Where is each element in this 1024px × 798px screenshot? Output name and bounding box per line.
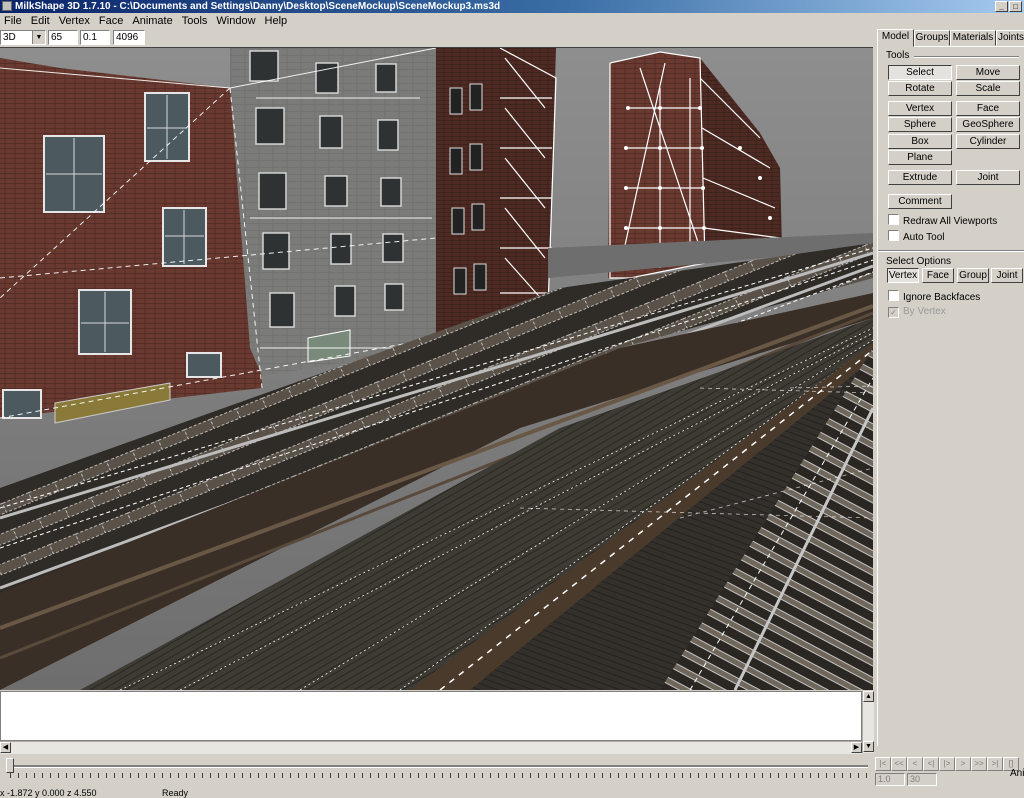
menu-file[interactable]: File <box>0 13 27 29</box>
move-tool-button[interactable]: Move <box>956 65 1020 80</box>
fov-field[interactable]: 65 <box>48 30 78 45</box>
auto-tool-checkbox[interactable]: Auto Tool <box>888 230 945 244</box>
redraw-all-viewports-label: Redraw All Viewports <box>903 216 998 227</box>
ignore-backfaces-checkbox[interactable]: Ignore Backfaces <box>888 290 980 304</box>
last-frame-icon[interactable]: >| <box>987 757 1003 771</box>
checkbox-box[interactable] <box>888 230 899 241</box>
auto-tool-label: Auto Tool <box>903 232 945 243</box>
chevron-down-icon[interactable]: ▼ <box>32 31 45 44</box>
title-bar: MilkShape 3D 1.7.10 - C:\Documents and S… <box>0 0 1024 13</box>
tab-model[interactable]: Model <box>877 29 914 47</box>
select-tool-button[interactable]: Select <box>888 65 952 80</box>
select-mode-joint-button[interactable]: Joint <box>991 268 1023 283</box>
ignore-backfaces-label: Ignore Backfaces <box>903 292 981 303</box>
status-coordinates: x -1.872 y 0.000 z 4.550 <box>0 789 97 798</box>
console-output[interactable] <box>0 691 862 741</box>
extrude-tool-button[interactable]: Extrude <box>888 170 952 185</box>
anim-label[interactable]: Ani <box>1010 768 1024 779</box>
comment-tool-button[interactable]: Comment <box>888 194 952 209</box>
vertex-tool-button[interactable]: Vertex <box>888 101 952 116</box>
menu-edit[interactable]: Edit <box>27 13 55 29</box>
play-reverse-icon[interactable]: <| <box>923 757 939 771</box>
menu-window[interactable]: Window <box>212 13 260 29</box>
menu-vertex[interactable]: Vertex <box>55 13 95 29</box>
cylinder-tool-button[interactable]: Cylinder <box>956 134 1020 149</box>
by-vertex-label: By Vertex <box>903 306 946 317</box>
scroll-down-icon[interactable]: ▼ <box>863 741 874 752</box>
fast-forward-icon[interactable]: >> <box>971 757 987 771</box>
frame-field[interactable]: 1.0 <box>875 773 905 786</box>
timeline-slider-thumb[interactable] <box>6 758 14 773</box>
animation-timeline[interactable] <box>0 756 873 786</box>
console-horizontal-scrollbar[interactable]: ◀ ▶ <box>0 741 862 754</box>
checkmark-icon: ✓ <box>888 307 899 318</box>
geosphere-tool-button[interactable]: GeoSphere <box>956 117 1020 132</box>
status-message: Ready <box>162 789 189 798</box>
far-clip-field[interactable]: 4096 <box>113 30 145 45</box>
select-mode-group-button[interactable]: Group <box>957 268 989 283</box>
tab-materials[interactable]: Materials <box>950 30 996 46</box>
app-icon <box>2 1 12 11</box>
rewind-icon[interactable]: << <box>891 757 907 771</box>
checkbox-box[interactable] <box>888 214 899 225</box>
prev-frame-icon[interactable]: < <box>907 757 923 771</box>
menu-bar: File Edit Vertex Face Animate Tools Window Help <box>0 13 870 29</box>
rotate-tool-button[interactable]: Rotate <box>888 81 952 96</box>
divider <box>914 56 1019 58</box>
viewport-3d[interactable] <box>0 47 873 690</box>
face-tool-button[interactable]: Face <box>956 101 1020 116</box>
scroll-up-icon[interactable]: ▲ <box>863 691 874 702</box>
menu-tools[interactable]: Tools <box>178 13 213 29</box>
menu-face[interactable]: Face <box>95 13 128 29</box>
tab-joints[interactable]: Joints <box>996 30 1024 46</box>
near-clip-field[interactable]: 0.1 <box>80 30 110 45</box>
minimize-button[interactable]: _ <box>995 1 1008 12</box>
menu-help[interactable]: Help <box>261 13 293 29</box>
scroll-left-icon[interactable]: ◀ <box>0 742 11 753</box>
joint-tool-button[interactable]: Joint <box>956 170 1020 185</box>
window-title: MilkShape 3D 1.7.10 - C:\Documents and S… <box>15 1 501 12</box>
checkbox-box[interactable] <box>888 290 899 301</box>
frame-count-field[interactable]: 30 <box>907 773 937 786</box>
console-vertical-scrollbar[interactable]: ▲ ▼ <box>862 691 874 753</box>
next-frame-icon[interactable]: > <box>955 757 971 771</box>
play-icon[interactable]: |> <box>939 757 955 771</box>
select-mode-face-button[interactable]: Face <box>922 268 954 283</box>
view-mode-value: 3D <box>3 32 16 43</box>
scroll-right-icon[interactable]: ▶ <box>851 742 862 753</box>
scale-tool-button[interactable]: Scale <box>956 81 1020 96</box>
tool-panel: Model Groups Materials Joints Tools Sele… <box>875 29 1024 754</box>
animation-controls: |< << < <| |> > >> >| [] 1.0 30 <box>875 757 1024 789</box>
scene-render <box>0 48 873 690</box>
timeline-track <box>10 765 868 768</box>
status-bar: x -1.872 y 0.000 z 4.550 Ready <box>0 789 1024 798</box>
select-mode-vertex-button[interactable]: Vertex <box>887 268 919 283</box>
model-tab-content: Tools Select Move Rotate Scale Vertex Fa… <box>877 46 1024 746</box>
box-tool-button[interactable]: Box <box>888 134 952 149</box>
panel-tabs: Model Groups Materials Joints <box>877 29 1024 47</box>
by-vertex-checkbox: ✓ By Vertex <box>888 306 946 318</box>
maximize-button[interactable]: □ <box>1009 1 1022 12</box>
plane-tool-button[interactable]: Plane <box>888 150 952 165</box>
redraw-all-viewports-checkbox[interactable]: Redraw All Viewports <box>888 214 997 228</box>
tools-group-label: Tools <box>886 50 910 61</box>
tab-groups[interactable]: Groups <box>914 30 950 46</box>
sphere-tool-button[interactable]: Sphere <box>888 117 952 132</box>
menu-animate[interactable]: Animate <box>128 13 177 29</box>
timeline-ticks <box>10 773 868 778</box>
divider <box>878 250 1024 252</box>
select-options-label: Select Options <box>886 256 952 267</box>
view-mode-select[interactable]: 3D ▼ <box>0 30 46 45</box>
first-frame-icon[interactable]: |< <box>875 757 891 771</box>
